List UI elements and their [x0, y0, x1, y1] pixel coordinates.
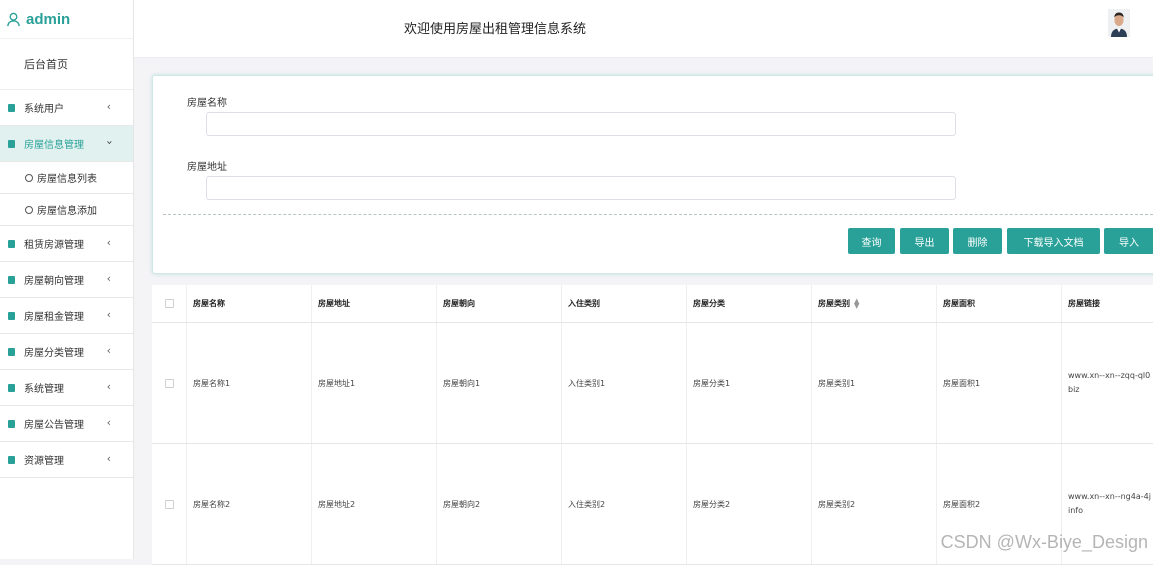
sidebar-subitem-label: 房屋信息添加	[37, 206, 97, 217]
sidebar: admin 后台首页 系统用户 ‹ 房屋信息管理 ‹ 房屋信息列表 房屋信息添加…	[0, 0, 134, 559]
user-icon	[7, 12, 20, 26]
sidebar-item-system-admin[interactable]: 系统管理 ‹	[0, 370, 133, 406]
circle-icon	[25, 205, 33, 214]
house-address-input[interactable]	[206, 176, 956, 200]
column-header[interactable]: 入住类别	[562, 285, 687, 322]
divider	[163, 214, 1153, 215]
document-icon	[8, 239, 15, 248]
table-header: 房屋名称 房屋地址 房屋朝向 入住类别 房屋分类 房屋类别 ▲ ▼ 房屋面积 房屋链…	[152, 285, 1153, 323]
column-header[interactable]: 房屋面积	[937, 285, 1062, 322]
table-cell: 房屋分类1	[687, 323, 812, 443]
sort-icon[interactable]: ▲ ▼	[854, 297, 859, 309]
field-label-house-address: 房屋地址	[187, 162, 227, 173]
table-cell: 房屋名称2	[187, 444, 312, 564]
sidebar-subitem-label: 房屋信息列表	[37, 174, 97, 185]
document-icon	[8, 139, 15, 148]
sidebar-item-label: 房屋信息管理	[24, 140, 84, 151]
chevron-down-icon: ‹	[102, 140, 116, 145]
column-header[interactable]: 房屋分类	[687, 285, 812, 322]
column-header-sortable[interactable]: 房屋类别 ▲ ▼	[812, 285, 937, 322]
chevron-left-icon: ‹	[106, 308, 111, 321]
column-header-label: 房屋类别	[818, 299, 850, 308]
table-cell: 房屋名称1	[187, 323, 312, 443]
sidebar-subitem-house-list[interactable]: 房屋信息列表	[0, 162, 133, 194]
download-template-button[interactable]: 下载导入文档	[1007, 228, 1100, 254]
column-header[interactable]: 房屋链接	[1062, 285, 1153, 322]
sidebar-item-system-users[interactable]: 系统用户 ‹	[0, 90, 133, 126]
column-header[interactable]: 房屋地址	[312, 285, 437, 322]
sidebar-item-rental-listings[interactable]: 租赁房源管理 ‹	[0, 226, 133, 262]
document-icon	[8, 103, 15, 112]
table-cell-link: www.xn--xn--zqq-ql0 biz	[1068, 371, 1151, 394]
chevron-left-icon: ‹	[106, 100, 111, 113]
delete-button[interactable]: 删除	[953, 228, 1002, 254]
row-checkbox[interactable]	[164, 378, 174, 388]
chevron-left-icon: ‹	[106, 416, 111, 429]
sidebar-item-label: 房屋公告管理	[24, 420, 84, 431]
page-title: 欢迎使用房屋出租管理信息系统	[404, 22, 587, 37]
table-cell: 房屋类别1	[812, 323, 937, 443]
header: 欢迎使用房屋出租管理信息系统	[134, 0, 1153, 58]
chevron-left-icon: ‹	[106, 272, 111, 285]
table-row: 房屋名称1 房屋地址1 房屋朝向1 入住类别1 房屋分类1 房屋类别1 房屋面积…	[152, 323, 1153, 444]
select-all-checkbox[interactable]	[164, 299, 174, 308]
row-checkbox[interactable]	[164, 499, 174, 509]
import-button[interactable]: 导入	[1104, 228, 1153, 254]
table-cell: 房屋地址1	[312, 323, 437, 443]
row-select-cell	[152, 323, 187, 443]
sidebar-subitem-house-add[interactable]: 房屋信息添加	[0, 194, 133, 226]
table-cell: 房屋分类2	[687, 444, 812, 564]
sidebar-item-announcements[interactable]: 房屋公告管理 ‹	[0, 406, 133, 442]
chevron-left-icon: ‹	[106, 344, 111, 357]
circle-icon	[25, 173, 33, 182]
sidebar-item-label: 房屋分类管理	[24, 348, 84, 359]
row-select-cell	[152, 444, 187, 564]
sidebar-item-label: 系统管理	[24, 384, 64, 395]
data-table: 房屋名称 房屋地址 房屋朝向 入住类别 房屋分类 房屋类别 ▲ ▼ 房屋面积 房屋链…	[152, 285, 1153, 565]
table-cell: 房屋朝向1	[437, 323, 562, 443]
sidebar-item-home[interactable]: 后台首页	[0, 39, 133, 90]
sidebar-item-orientation[interactable]: 房屋朝向管理 ‹	[0, 262, 133, 298]
chevron-left-icon: ‹	[106, 380, 111, 393]
document-icon	[8, 383, 15, 392]
table-cell: 房屋类别2	[812, 444, 937, 564]
table-cell: 房屋朝向2	[437, 444, 562, 564]
sidebar-item-house-info[interactable]: 房屋信息管理 ‹	[0, 126, 133, 162]
table-cell: 房屋地址2	[312, 444, 437, 564]
select-all-cell	[152, 285, 187, 322]
sidebar-item-rent[interactable]: 房屋租金管理 ‹	[0, 298, 133, 334]
table-cell: 入住类别2	[562, 444, 687, 564]
avatar[interactable]	[1108, 9, 1130, 37]
search-panel: 房屋名称 房屋地址 查询 导出 删除 下载导入文档 导入	[152, 75, 1153, 274]
chevron-left-icon: ‹	[106, 452, 111, 465]
sidebar-item-label: 房屋租金管理	[24, 312, 84, 323]
sidebar-item-category[interactable]: 房屋分类管理 ‹	[0, 334, 133, 370]
column-header[interactable]: 房屋名称	[187, 285, 312, 322]
column-header[interactable]: 房屋朝向	[437, 285, 562, 322]
table-cell: 入住类别1	[562, 323, 687, 443]
brand-name: admin	[26, 10, 71, 28]
sidebar-item-label: 资源管理	[24, 456, 64, 467]
field-label-house-name: 房屋名称	[187, 98, 227, 109]
document-icon	[8, 419, 15, 428]
query-button[interactable]: 查询	[848, 228, 895, 254]
sidebar-item-label: 房屋朝向管理	[24, 276, 84, 287]
sidebar-item-resources[interactable]: 资源管理 ‹	[0, 442, 133, 478]
sidebar-item-label: 租赁房源管理	[24, 240, 84, 251]
house-name-input[interactable]	[206, 112, 956, 136]
sidebar-item-label: 系统用户	[24, 104, 64, 115]
document-icon	[8, 275, 15, 284]
document-icon	[8, 347, 15, 356]
watermark: CSDN @Wx-Biye_Design	[940, 532, 1148, 552]
document-icon	[8, 455, 15, 464]
brand: admin	[0, 0, 133, 39]
chevron-left-icon: ‹	[106, 236, 111, 249]
document-icon	[8, 311, 15, 320]
export-button[interactable]: 导出	[900, 228, 949, 254]
table-cell: 房屋面积1	[937, 323, 1062, 443]
